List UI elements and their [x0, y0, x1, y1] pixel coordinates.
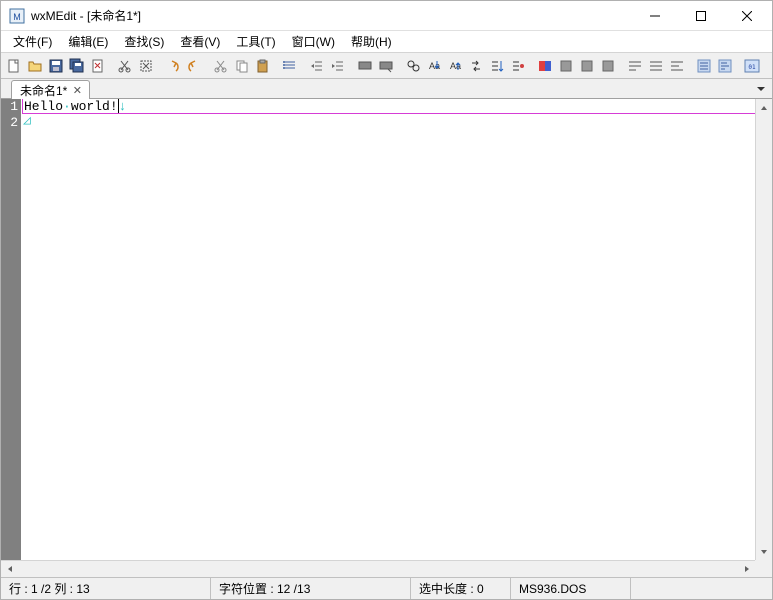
- scroll-up-icon[interactable]: [756, 99, 772, 116]
- indent-list-icon[interactable]: [280, 56, 300, 76]
- redo-icon[interactable]: [184, 56, 204, 76]
- svg-text:01: 01: [748, 64, 756, 71]
- replace-all-icon[interactable]: [487, 56, 507, 76]
- text-content[interactable]: Hello·world!↓ ◿: [21, 99, 755, 560]
- statusbar: 行 : 1 /2 列 : 13 字符位置 : 12 /13 选中长度 : 0 M…: [1, 577, 772, 599]
- window-title: wxMEdit - [未命名1*]: [31, 7, 632, 24]
- line-gutter: 1 2: [1, 99, 21, 560]
- save-file-icon[interactable]: [46, 56, 66, 76]
- undo-icon[interactable]: [163, 56, 183, 76]
- tab-dropdown-icon[interactable]: [754, 82, 768, 96]
- hex-icon[interactable]: 01: [742, 56, 762, 76]
- line-number: 1: [1, 99, 18, 115]
- wrap3-icon[interactable]: [667, 56, 687, 76]
- copy-icon[interactable]: [232, 56, 252, 76]
- titlebar: M wxMEdit - [未命名1*]: [1, 1, 772, 31]
- outdent-icon[interactable]: [307, 56, 327, 76]
- line-number: 2: [1, 115, 18, 131]
- find-next-icon[interactable]: Aa: [424, 56, 444, 76]
- tab-label: 未命名1*: [20, 82, 67, 99]
- vertical-scrollbar[interactable]: [755, 99, 772, 560]
- status-position: 行 : 1 /2 列 : 13: [1, 578, 211, 599]
- scroll-left-icon[interactable]: [1, 561, 18, 577]
- bookmark-icon[interactable]: [535, 56, 555, 76]
- mode2-icon[interactable]: [715, 56, 735, 76]
- toggle-bm-icon[interactable]: [556, 56, 576, 76]
- menu-search[interactable]: 查找(S): [116, 31, 172, 52]
- wrap2-icon[interactable]: [646, 56, 666, 76]
- scroll-track[interactable]: [18, 561, 738, 577]
- indent-icon[interactable]: [328, 56, 348, 76]
- scroll-track[interactable]: [756, 116, 772, 543]
- uncomment-icon[interactable]: [376, 56, 396, 76]
- comment-icon[interactable]: [355, 56, 375, 76]
- eol-marker: ↓: [119, 99, 127, 114]
- open-file-icon[interactable]: [25, 56, 45, 76]
- cut2-icon[interactable]: [211, 56, 231, 76]
- next-bm-icon[interactable]: [577, 56, 597, 76]
- paste-icon[interactable]: [253, 56, 273, 76]
- cut-icon[interactable]: [115, 56, 135, 76]
- horizontal-scrollbar[interactable]: [1, 560, 755, 577]
- app-icon: M: [9, 8, 25, 24]
- svg-text:M: M: [13, 12, 21, 22]
- find-prev-icon[interactable]: Aa: [445, 56, 465, 76]
- svg-text:Aa: Aa: [450, 61, 461, 71]
- tab-close-icon[interactable]: ✕: [71, 85, 83, 97]
- menu-file[interactable]: 文件(F): [5, 31, 60, 52]
- wrap-icon[interactable]: [625, 56, 645, 76]
- status-charpos: 字符位置 : 12 /13: [211, 578, 411, 599]
- editor[interactable]: 1 2 Hello·world!↓ ◿: [1, 99, 755, 560]
- replace-icon[interactable]: [466, 56, 486, 76]
- status-spacer: [631, 578, 772, 599]
- maximize-button[interactable]: [678, 1, 724, 31]
- eof-marker: ◿: [23, 113, 31, 128]
- menu-window[interactable]: 窗口(W): [284, 31, 343, 52]
- menu-edit[interactable]: 编辑(E): [60, 31, 116, 52]
- text-line[interactable]: ◿: [23, 113, 755, 129]
- delete-icon[interactable]: [136, 56, 156, 76]
- tab-file-1[interactable]: 未命名1* ✕: [11, 80, 90, 99]
- close-file-icon[interactable]: [88, 56, 108, 76]
- status-sellen: 选中长度 : 0: [411, 578, 511, 599]
- status-encoding: MS936.DOS: [511, 578, 631, 599]
- menubar: 文件(F) 编辑(E) 查找(S) 查看(V) 工具(T) 窗口(W) 帮助(H…: [1, 31, 772, 53]
- menu-help[interactable]: 帮助(H): [343, 31, 400, 52]
- prev-bm-icon[interactable]: [598, 56, 618, 76]
- minimize-button[interactable]: [632, 1, 678, 31]
- toolbar: Aa Aa 01: [1, 53, 772, 79]
- goto-icon[interactable]: [508, 56, 528, 76]
- text-line[interactable]: Hello·world!↓: [22, 99, 755, 114]
- scroll-down-icon[interactable]: [756, 543, 772, 560]
- find-icon[interactable]: [403, 56, 423, 76]
- save-all-icon[interactable]: [67, 56, 87, 76]
- window-controls: [632, 1, 770, 31]
- editor-area: 1 2 Hello·world!↓ ◿: [1, 99, 772, 577]
- line-text: Hello·world!: [24, 99, 118, 114]
- mode1-icon[interactable]: [694, 56, 714, 76]
- close-button[interactable]: [724, 1, 770, 31]
- tabbar: 未命名1* ✕: [1, 79, 772, 99]
- scroll-right-icon[interactable]: [738, 561, 755, 577]
- menu-view[interactable]: 查看(V): [172, 31, 228, 52]
- scroll-corner: [755, 560, 772, 577]
- menu-tools[interactable]: 工具(T): [228, 31, 283, 52]
- new-file-icon[interactable]: [4, 56, 24, 76]
